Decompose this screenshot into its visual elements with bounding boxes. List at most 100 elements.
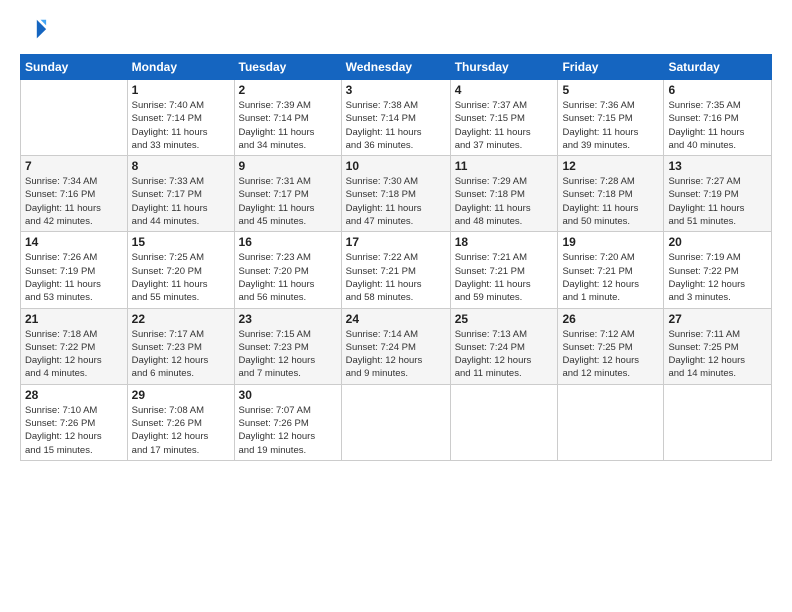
calendar-cell: 28 Sunrise: 7:10 AM Sunset: 7:26 PM Dayli… bbox=[21, 384, 128, 460]
day-number: 1 bbox=[132, 83, 230, 97]
calendar-cell: 30 Sunrise: 7:07 AM Sunset: 7:26 PM Dayli… bbox=[234, 384, 341, 460]
day-info: Sunrise: 7:12 AM Sunset: 7:25 PM Dayligh… bbox=[562, 328, 659, 381]
day-number: 30 bbox=[239, 388, 337, 402]
day-number: 16 bbox=[239, 235, 337, 249]
calendar-cell: 18 Sunrise: 7:21 AM Sunset: 7:21 PM Dayli… bbox=[450, 232, 558, 308]
day-info: Sunrise: 7:25 AM Sunset: 7:20 PM Dayligh… bbox=[132, 251, 230, 304]
calendar-cell: 14Sunrise: 7:26 AM Sunset: 7:19 PM Dayli… bbox=[21, 232, 128, 308]
calendar-cell: 11Sunrise: 7:29 AM Sunset: 7:18 PM Dayli… bbox=[450, 156, 558, 232]
calendar-cell: 20Sunrise: 7:19 AM Sunset: 7:22 PM Dayli… bbox=[664, 232, 772, 308]
day-info: Sunrise: 7:40 AM Sunset: 7:14 PM Dayligh… bbox=[132, 99, 230, 152]
calendar-cell: 8 Sunrise: 7:33 AM Sunset: 7:17 PM Daylig… bbox=[127, 156, 234, 232]
calendar-cell: 29 Sunrise: 7:08 AM Sunset: 7:26 PM Dayli… bbox=[127, 384, 234, 460]
calendar-week-row: 1 Sunrise: 7:40 AM Sunset: 7:14 PM Daylig… bbox=[21, 80, 772, 156]
day-info: Sunrise: 7:34 AM Sunset: 7:16 PM Dayligh… bbox=[25, 175, 123, 228]
calendar-cell: 13 Sunrise: 7:27 AM Sunset: 7:19 PM Dayli… bbox=[664, 156, 772, 232]
day-info: Sunrise: 7:20 AM Sunset: 7:21 PM Dayligh… bbox=[562, 251, 659, 304]
calendar-cell: 21 Sunrise: 7:18 AM Sunset: 7:22 PM Dayli… bbox=[21, 308, 128, 384]
day-info: Sunrise: 7:27 AM Sunset: 7:19 PM Dayligh… bbox=[668, 175, 767, 228]
calendar-cell bbox=[450, 384, 558, 460]
day-info: Sunrise: 7:13 AM Sunset: 7:24 PM Dayligh… bbox=[455, 328, 554, 381]
day-number: 29 bbox=[132, 388, 230, 402]
logo-icon bbox=[20, 16, 48, 44]
calendar-week-row: 21 Sunrise: 7:18 AM Sunset: 7:22 PM Dayli… bbox=[21, 308, 772, 384]
calendar-week-row: 28 Sunrise: 7:10 AM Sunset: 7:26 PM Dayli… bbox=[21, 384, 772, 460]
day-info: Sunrise: 7:38 AM Sunset: 7:14 PM Dayligh… bbox=[346, 99, 446, 152]
day-info: Sunrise: 7:28 AM Sunset: 7:18 PM Dayligh… bbox=[562, 175, 659, 228]
calendar-cell bbox=[664, 384, 772, 460]
calendar-cell: 4 Sunrise: 7:37 AM Sunset: 7:15 PM Daylig… bbox=[450, 80, 558, 156]
calendar-cell: 26 Sunrise: 7:12 AM Sunset: 7:25 PM Dayli… bbox=[558, 308, 664, 384]
calendar-cell: 27 Sunrise: 7:11 AM Sunset: 7:25 PM Dayli… bbox=[664, 308, 772, 384]
day-number: 15 bbox=[132, 235, 230, 249]
day-info: Sunrise: 7:21 AM Sunset: 7:21 PM Dayligh… bbox=[455, 251, 554, 304]
day-number: 10 bbox=[346, 159, 446, 173]
day-number: 7 bbox=[25, 159, 123, 173]
calendar-cell: 23 Sunrise: 7:15 AM Sunset: 7:23 PM Dayli… bbox=[234, 308, 341, 384]
calendar-cell bbox=[21, 80, 128, 156]
day-info: Sunrise: 7:39 AM Sunset: 7:14 PM Dayligh… bbox=[239, 99, 337, 152]
calendar-week-row: 14Sunrise: 7:26 AM Sunset: 7:19 PM Dayli… bbox=[21, 232, 772, 308]
weekday-header-monday: Monday bbox=[127, 55, 234, 80]
day-number: 28 bbox=[25, 388, 123, 402]
day-info: Sunrise: 7:23 AM Sunset: 7:20 PM Dayligh… bbox=[239, 251, 337, 304]
calendar-week-row: 7 Sunrise: 7:34 AM Sunset: 7:16 PM Daylig… bbox=[21, 156, 772, 232]
day-number: 4 bbox=[455, 83, 554, 97]
day-number: 6 bbox=[668, 83, 767, 97]
day-number: 27 bbox=[668, 312, 767, 326]
day-info: Sunrise: 7:37 AM Sunset: 7:15 PM Dayligh… bbox=[455, 99, 554, 152]
day-number: 19 bbox=[562, 235, 659, 249]
day-number: 25 bbox=[455, 312, 554, 326]
day-info: Sunrise: 7:08 AM Sunset: 7:26 PM Dayligh… bbox=[132, 404, 230, 457]
calendar-cell: 19 Sunrise: 7:20 AM Sunset: 7:21 PM Dayli… bbox=[558, 232, 664, 308]
calendar-cell bbox=[558, 384, 664, 460]
day-number: 17 bbox=[346, 235, 446, 249]
weekday-header-friday: Friday bbox=[558, 55, 664, 80]
day-number: 5 bbox=[562, 83, 659, 97]
weekday-header-tuesday: Tuesday bbox=[234, 55, 341, 80]
weekday-header-wednesday: Wednesday bbox=[341, 55, 450, 80]
weekday-header-sunday: Sunday bbox=[21, 55, 128, 80]
calendar-cell: 1 Sunrise: 7:40 AM Sunset: 7:14 PM Daylig… bbox=[127, 80, 234, 156]
day-info: Sunrise: 7:14 AM Sunset: 7:24 PM Dayligh… bbox=[346, 328, 446, 381]
calendar-cell: 16 Sunrise: 7:23 AM Sunset: 7:20 PM Dayli… bbox=[234, 232, 341, 308]
day-info: Sunrise: 7:29 AM Sunset: 7:18 PM Dayligh… bbox=[455, 175, 554, 228]
calendar-cell bbox=[341, 384, 450, 460]
day-info: Sunrise: 7:17 AM Sunset: 7:23 PM Dayligh… bbox=[132, 328, 230, 381]
day-number: 26 bbox=[562, 312, 659, 326]
day-info: Sunrise: 7:15 AM Sunset: 7:23 PM Dayligh… bbox=[239, 328, 337, 381]
day-number: 3 bbox=[346, 83, 446, 97]
day-info: Sunrise: 7:11 AM Sunset: 7:25 PM Dayligh… bbox=[668, 328, 767, 381]
header bbox=[20, 16, 772, 44]
day-info: Sunrise: 7:35 AM Sunset: 7:16 PM Dayligh… bbox=[668, 99, 767, 152]
day-number: 21 bbox=[25, 312, 123, 326]
calendar-cell: 22 Sunrise: 7:17 AM Sunset: 7:23 PM Dayli… bbox=[127, 308, 234, 384]
calendar-cell: 5 Sunrise: 7:36 AM Sunset: 7:15 PM Daylig… bbox=[558, 80, 664, 156]
day-number: 13 bbox=[668, 159, 767, 173]
day-info: Sunrise: 7:33 AM Sunset: 7:17 PM Dayligh… bbox=[132, 175, 230, 228]
page: SundayMondayTuesdayWednesdayThursdayFrid… bbox=[0, 0, 792, 612]
calendar-cell: 9 Sunrise: 7:31 AM Sunset: 7:17 PM Daylig… bbox=[234, 156, 341, 232]
calendar-cell: 25 Sunrise: 7:13 AM Sunset: 7:24 PM Dayli… bbox=[450, 308, 558, 384]
calendar-cell: 6 Sunrise: 7:35 AM Sunset: 7:16 PM Daylig… bbox=[664, 80, 772, 156]
weekday-header-row: SundayMondayTuesdayWednesdayThursdayFrid… bbox=[21, 55, 772, 80]
day-number: 12 bbox=[562, 159, 659, 173]
day-info: Sunrise: 7:07 AM Sunset: 7:26 PM Dayligh… bbox=[239, 404, 337, 457]
calendar-cell: 12 Sunrise: 7:28 AM Sunset: 7:18 PM Dayli… bbox=[558, 156, 664, 232]
calendar-cell: 3 Sunrise: 7:38 AM Sunset: 7:14 PM Daylig… bbox=[341, 80, 450, 156]
day-info: Sunrise: 7:36 AM Sunset: 7:15 PM Dayligh… bbox=[562, 99, 659, 152]
day-number: 23 bbox=[239, 312, 337, 326]
day-info: Sunrise: 7:10 AM Sunset: 7:26 PM Dayligh… bbox=[25, 404, 123, 457]
day-number: 18 bbox=[455, 235, 554, 249]
day-info: Sunrise: 7:31 AM Sunset: 7:17 PM Dayligh… bbox=[239, 175, 337, 228]
day-info: Sunrise: 7:26 AM Sunset: 7:19 PM Dayligh… bbox=[25, 251, 123, 304]
calendar-cell: 2 Sunrise: 7:39 AM Sunset: 7:14 PM Daylig… bbox=[234, 80, 341, 156]
calendar-cell: 24Sunrise: 7:14 AM Sunset: 7:24 PM Dayli… bbox=[341, 308, 450, 384]
calendar-cell: 15 Sunrise: 7:25 AM Sunset: 7:20 PM Dayli… bbox=[127, 232, 234, 308]
day-info: Sunrise: 7:18 AM Sunset: 7:22 PM Dayligh… bbox=[25, 328, 123, 381]
day-number: 8 bbox=[132, 159, 230, 173]
day-number: 2 bbox=[239, 83, 337, 97]
day-number: 22 bbox=[132, 312, 230, 326]
day-number: 20 bbox=[668, 235, 767, 249]
day-number: 9 bbox=[239, 159, 337, 173]
